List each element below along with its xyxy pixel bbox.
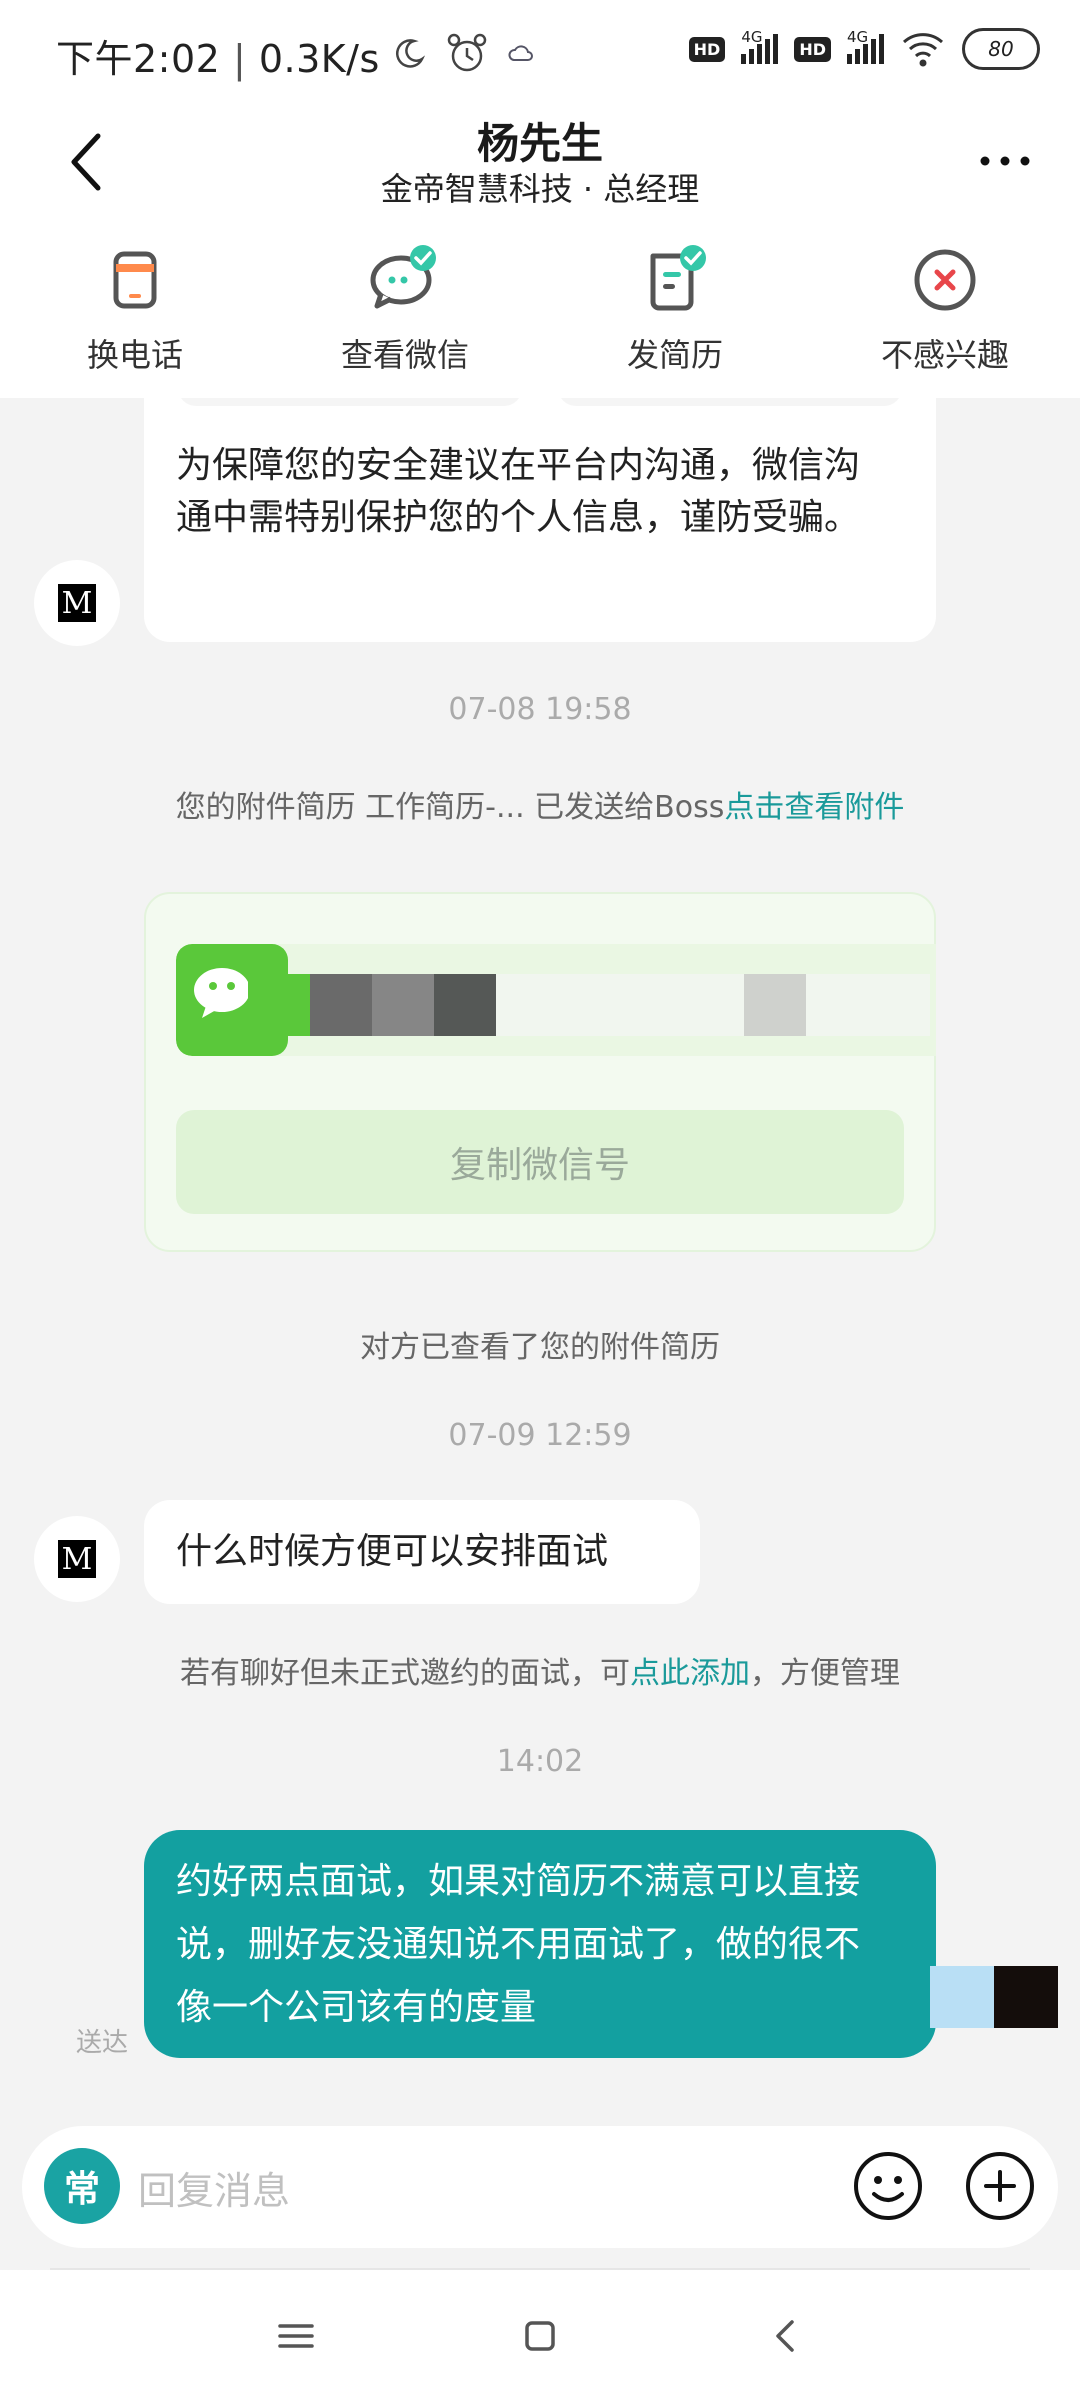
clock-text: 下午2:02 (56, 37, 221, 81)
common-phrases-button[interactable]: 常 (44, 2148, 120, 2224)
interview-notice-text: 若有聊好但未正式邀约的面试，可 (180, 1656, 630, 1691)
add-interview-link[interactable]: 点此添加 (630, 1656, 750, 1691)
home-icon[interactable] (510, 2306, 570, 2366)
copy-wechat-label: 复制微信号 (449, 1145, 630, 1186)
delivery-status: 送达 (76, 2028, 129, 2058)
card-top-button-left[interactable] (178, 398, 522, 406)
incoming-message-text: 什么时候方便可以安排面试 (176, 1531, 609, 1572)
emoji-icon[interactable] (850, 2148, 926, 2224)
safety-warning-text: 为保障您的安全建议在平台内沟通，微信沟通中需特别保护您的个人信息，谨防受骗。 (176, 445, 861, 538)
reply-input[interactable]: 回复消息 (138, 2160, 290, 2215)
alarm-clock-icon (447, 33, 487, 72)
contact-company-position: 金帝智慧科技 · 总经理 (380, 170, 700, 208)
back-icon[interactable] (756, 2306, 816, 2366)
common-phrases-label: 常 (63, 2169, 100, 2210)
outgoing-message-text: 约好两点面试，如果对简历不满意可以直接说，删好友没通知说不用面试了，做的很不像一… (176, 1861, 861, 2028)
battery-level: 80 (988, 37, 1014, 61)
action-label: 查看微信 (340, 336, 469, 374)
system-navigation-bar (0, 2270, 1080, 2400)
moon-icon (396, 39, 426, 68)
action-label: 换电话 (86, 336, 183, 374)
network-speed: 0.3K/s (258, 37, 380, 81)
wechat-id-card: 复制微信号 (144, 892, 936, 1252)
action-swap-phone[interactable]: 换电话 (0, 240, 270, 376)
network-type-1: 4G (741, 28, 763, 46)
avatar[interactable]: M (34, 560, 120, 646)
menu-icon[interactable] (266, 2306, 326, 2366)
resume-viewed-notice: 对方已查看了您的附件简历 (360, 1330, 720, 1365)
more-options-icon[interactable] (970, 136, 1040, 186)
contact-name: 杨先生 (476, 119, 603, 168)
image-thumbnail-strip[interactable] (930, 1966, 1058, 2028)
reply-input-container: 常 回复消息 (22, 2126, 1058, 2248)
timestamp: 14:02 (496, 1744, 584, 1779)
phone-swap-icon (113, 251, 157, 309)
avatar[interactable]: M (34, 1516, 120, 1602)
plus-icon[interactable] (962, 2148, 1038, 2224)
timestamp: 07-09 12:59 (448, 1418, 632, 1453)
action-label: 不感兴趣 (880, 336, 1009, 374)
hd-badge-1: HD (688, 36, 726, 62)
signal-1: 4G (741, 28, 779, 64)
incoming-message-bubble[interactable]: 什么时候方便可以安排面试 (144, 1500, 700, 1604)
status-notification-icons (394, 30, 534, 76)
interview-add-notice: 若有聊好但未正式邀约的面试，可点此添加，方便管理 (0, 1648, 1080, 1692)
chat-header: 杨先生 金帝智慧科技 · 总经理 换电话 查看微信 发简历 不感兴趣 (0, 110, 1080, 398)
battery-icon: 80 (962, 28, 1040, 70)
resume-sent-text: 您的附件简历 工作简历-... 已发送给Boss (175, 790, 725, 825)
status-time: 下午2:02 | 0.3K/s (56, 37, 380, 81)
card-top-button-right[interactable] (558, 398, 902, 406)
reply-input-bar: 常 回复消息 (0, 2100, 1080, 2260)
chat-messages[interactable]: 为保障您的安全建议在平台内沟通，微信沟通中需特别保护您的个人信息，谨防受骗。 M… (0, 398, 1080, 2100)
view-attachment-link[interactable]: 点击查看附件 (724, 790, 904, 825)
wechat-id-masked (248, 974, 930, 1036)
status-bar: 下午2:02 | 0.3K/s HD 4G HD 4G 80 (0, 0, 1080, 110)
resume-check-icon (650, 245, 706, 311)
action-not-interested[interactable]: 不感兴趣 (810, 240, 1080, 376)
company-logo-icon: M (58, 1540, 96, 1578)
status-system-icons: HD 4G HD 4G 80 (688, 26, 1040, 72)
copy-wechat-button[interactable]: 复制微信号 (176, 1110, 904, 1214)
action-view-wechat[interactable]: 查看微信 (270, 240, 540, 376)
wifi-icon (902, 33, 944, 67)
resume-sent-notice: 您的附件简历 工作简历-... 已发送给Boss点击查看附件 (0, 782, 1080, 826)
timestamp: 07-08 19:58 (448, 692, 632, 727)
action-label: 发简历 (626, 336, 723, 374)
wechat-check-icon (370, 245, 436, 309)
company-logo-icon: M (58, 584, 96, 622)
action-send-resume[interactable]: 发简历 (540, 240, 810, 376)
not-interested-icon (914, 249, 976, 311)
wechat-id-row (176, 944, 936, 1056)
network-type-2: 4G (847, 28, 869, 46)
cloud-icon (508, 45, 533, 61)
outgoing-message-bubble[interactable]: 约好两点面试，如果对简历不满意可以直接说，删好友没通知说不用面试了，做的很不像一… (144, 1830, 936, 2058)
quick-actions: 换电话 查看微信 发简历 不感兴趣 (0, 240, 1080, 376)
interview-notice-text-end: ，方便管理 (750, 1656, 900, 1691)
signal-2: 4G (847, 28, 884, 64)
safety-warning-card: 为保障您的安全建议在平台内沟通，微信沟通中需特别保护您的个人信息，谨防受骗。 (144, 398, 936, 642)
hd-badge-2: HD (794, 36, 831, 62)
